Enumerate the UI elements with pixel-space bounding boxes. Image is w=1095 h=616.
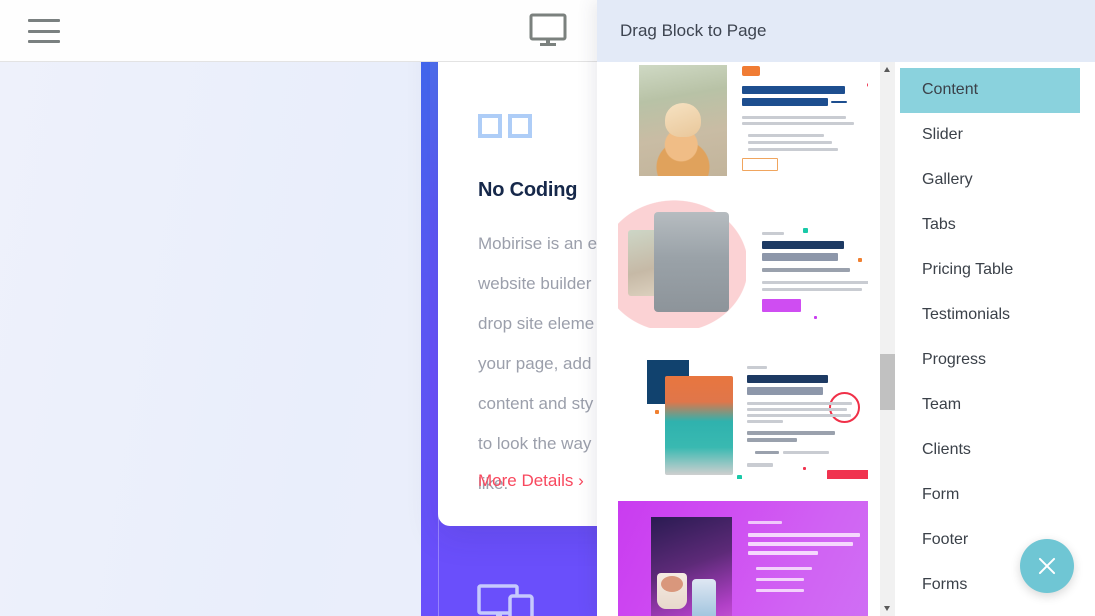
thumbnail-photo <box>639 65 727 176</box>
hamburger-bar <box>28 40 60 43</box>
thumbnail-dot <box>858 258 862 262</box>
thumbnail-badge <box>742 66 760 76</box>
thumbnail-photo-detail <box>657 573 687 609</box>
editor-topbar <box>0 0 597 62</box>
category-item-testimonials[interactable]: Testimonials <box>900 293 1080 338</box>
thumbnail-button <box>762 299 801 312</box>
close-icon[interactable] <box>1020 539 1074 593</box>
category-item-gallery[interactable]: Gallery <box>900 158 1080 203</box>
category-label: Team <box>922 396 962 413</box>
category-label: Progress <box>922 351 987 368</box>
thumbnail-button <box>742 158 778 171</box>
thumbnail-rule <box>831 101 847 103</box>
category-item-content[interactable]: Content <box>900 68 1080 113</box>
category-label: Testimonials <box>922 306 1011 323</box>
more-details-link[interactable]: More Details › <box>478 471 584 491</box>
category-label: Pricing Table <box>922 261 1014 278</box>
category-label: Form <box>922 486 960 503</box>
thumbnail-heading-line <box>762 253 838 261</box>
thumbnail-dot <box>655 410 659 414</box>
panel-title: Drag Block to Page <box>620 21 767 40</box>
category-item-progress[interactable]: Progress <box>900 338 1080 383</box>
app-root: No Coding Mobirise is an e website build… <box>0 0 1095 616</box>
thumbnail-button <box>827 470 868 479</box>
hamburger-bar <box>28 19 60 22</box>
category-label: Gallery <box>922 171 973 188</box>
category-label: Content <box>922 81 979 98</box>
scroll-up-icon[interactable] <box>880 62 895 77</box>
block-thumbnail[interactable] <box>618 350 868 479</box>
category-item-slider[interactable]: Slider <box>900 113 1080 158</box>
thumbnail-heading-line <box>742 86 845 94</box>
hamburger-bar <box>28 29 60 33</box>
thumbnail-photo-detail <box>692 579 716 616</box>
category-item-tabs[interactable]: Tabs <box>900 203 1080 248</box>
block-thumbnail[interactable] <box>618 62 868 177</box>
category-item-team[interactable]: Team <box>900 383 1080 428</box>
scrollbar-thumb[interactable] <box>880 354 895 410</box>
category-label: Clients <box>922 441 971 458</box>
feature-card-title: No Coding <box>478 179 578 201</box>
scroll-down-icon[interactable] <box>880 601 895 616</box>
thumbnail-heading-line <box>747 375 828 383</box>
thumbnail-dot <box>803 228 808 233</box>
feature-card-devices <box>438 503 597 616</box>
thumbnail-heading-line <box>742 98 828 106</box>
block-thumbnail-list[interactable] <box>597 62 880 616</box>
category-item-clients[interactable]: Clients <box>900 428 1080 473</box>
drag-block-panel: Drag Block to Page Content Slider Galler… <box>597 0 1095 616</box>
thumbnail-scrollbar[interactable] <box>880 62 895 616</box>
thumbnail-dot <box>737 475 742 479</box>
drag-block-panel-header: Drag Block to Page <box>597 0 1095 62</box>
thumbnail-dot <box>867 83 868 87</box>
thumbnail-heading-line <box>747 387 823 395</box>
feature-card-no-coding: No Coding Mobirise is an e website build… <box>438 62 597 526</box>
block-category-list: Content Slider Gallery Tabs Pricing Tabl… <box>900 62 1095 616</box>
thumbnail-dot <box>803 467 806 470</box>
responsive-devices-icon <box>477 582 537 616</box>
category-label: Slider <box>922 126 963 143</box>
feature-card-body: Mobirise is an e website builder drop si… <box>478 234 597 493</box>
thumbnail-dot <box>814 316 817 319</box>
hamburger-icon[interactable] <box>28 19 60 43</box>
category-item-form[interactable]: Form <box>900 473 1080 518</box>
category-label: Footer <box>922 531 969 548</box>
category-label: Forms <box>922 576 968 593</box>
site-canvas: No Coding Mobirise is an e website build… <box>0 62 597 616</box>
desktop-monitor-icon[interactable] <box>528 12 568 48</box>
category-item-pricing-table[interactable]: Pricing Table <box>900 248 1080 293</box>
category-label: Tabs <box>922 216 956 233</box>
thumbnail-photo <box>654 212 729 312</box>
thumbnail-photo <box>665 376 733 475</box>
block-thumbnail[interactable] <box>618 199 868 328</box>
two-squares-icon <box>478 114 532 140</box>
thumbnail-heading-line <box>762 241 844 249</box>
block-thumbnail[interactable] <box>618 501 868 616</box>
